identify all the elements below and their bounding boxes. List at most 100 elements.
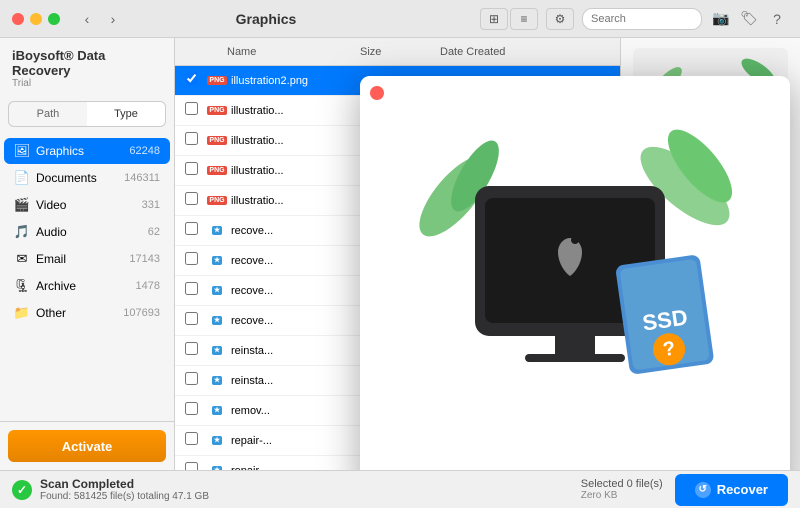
content-preview-wrapper: Name Size Date Created PNG illustration2…: [175, 38, 800, 470]
file-name: repair-...: [231, 435, 380, 447]
file-type-icon: ★: [207, 252, 227, 270]
sidebar-items: 🖼 Graphics 62248 📄 Documents 146311 🎬 Vi…: [0, 133, 174, 421]
file-type-icon: PNG: [207, 162, 227, 180]
recover-icon: ↺: [695, 482, 711, 498]
scan-complete-icon: ✓: [12, 480, 32, 500]
row-checkbox[interactable]: [185, 162, 207, 180]
sidebar-item-email[interactable]: ✉ Email 17143: [4, 246, 170, 272]
file-type-icon: ★: [207, 342, 227, 360]
row-checkbox[interactable]: [185, 342, 207, 360]
file-name: illustratio...: [231, 135, 380, 147]
scan-status: ✓ Scan Completed Found: 581425 file(s) t…: [12, 477, 209, 502]
documents-count: 146311: [124, 172, 160, 184]
file-name: recove...: [231, 225, 380, 237]
file-name: repair-...: [231, 465, 380, 471]
filter-button[interactable]: ⚙: [546, 8, 574, 30]
close-button[interactable]: [12, 13, 24, 25]
graphics-icon: 🖼: [14, 143, 30, 159]
toolbar-right: ⊞ ≡ ⚙ 📷 🏷 ?: [480, 8, 788, 30]
recover-button[interactable]: ↺ Recover: [675, 474, 788, 506]
list-view-button[interactable]: ≡: [510, 8, 538, 30]
sidebar-item-archive[interactable]: 🗜 Archive 1478: [4, 273, 170, 299]
other-count: 107693: [123, 307, 160, 319]
tab-path[interactable]: Path: [9, 102, 87, 126]
video-label: Video: [36, 198, 142, 212]
graphics-label: Graphics: [36, 144, 129, 158]
file-type-icon: PNG: [207, 102, 227, 120]
row-checkbox[interactable]: [185, 192, 207, 210]
file-type-icon: ★: [207, 462, 227, 471]
activate-button[interactable]: Activate: [8, 430, 166, 462]
file-name: remov...: [231, 405, 380, 417]
file-type-icon: ★: [207, 372, 227, 390]
help-icon[interactable]: ?: [766, 8, 788, 30]
tag-icon[interactable]: 🏷: [738, 8, 760, 30]
row-checkbox[interactable]: [185, 72, 207, 90]
file-name: illustratio...: [231, 105, 380, 117]
popup-close-button[interactable]: [370, 86, 384, 100]
tab-type[interactable]: Type: [87, 102, 165, 126]
file-type-icon: ★: [207, 312, 227, 330]
graphics-count: 62248: [129, 145, 160, 157]
scan-text-group: Scan Completed Found: 581425 file(s) tot…: [40, 477, 209, 502]
sidebar-item-documents[interactable]: 📄 Documents 146311: [4, 165, 170, 191]
status-bar: ✓ Scan Completed Found: 581425 file(s) t…: [0, 470, 800, 508]
row-checkbox[interactable]: [185, 132, 207, 150]
other-icon: 📁: [14, 305, 30, 321]
row-checkbox[interactable]: [185, 402, 207, 420]
title-bar: ‹ › Graphics ⊞ ≡ ⚙ 📷 🏷 ?: [0, 0, 800, 38]
file-name: recove...: [231, 285, 380, 297]
row-checkbox[interactable]: [185, 102, 207, 120]
audio-count: 62: [148, 226, 160, 238]
app-subtitle: Trial: [12, 78, 162, 89]
row-checkbox[interactable]: [185, 312, 207, 330]
sidebar-item-video[interactable]: 🎬 Video 331: [4, 192, 170, 218]
sidebar-item-other[interactable]: 📁 Other 107693: [4, 300, 170, 326]
row-checkbox[interactable]: [185, 372, 207, 390]
file-type-icon: PNG: [207, 132, 227, 150]
sidebar-item-audio[interactable]: 🎵 Audio 62: [4, 219, 170, 245]
file-type-icon: ★: [207, 222, 227, 240]
grid-view-button[interactable]: ⊞: [480, 8, 508, 30]
file-type-icon: ★: [207, 432, 227, 450]
selected-size-label: Zero KB: [581, 490, 663, 501]
file-type-icon: PNG: [207, 72, 227, 90]
breadcrumb-title: Graphics: [52, 11, 480, 27]
status-right: Selected 0 file(s) Zero KB ↺ Recover: [581, 474, 788, 506]
documents-label: Documents: [36, 171, 124, 185]
sidebar-item-graphics[interactable]: 🖼 Graphics 62248: [4, 138, 170, 164]
file-type-icon: ★: [207, 402, 227, 420]
name-column-header: Name: [227, 46, 360, 58]
video-count: 331: [142, 199, 160, 211]
size-column-header: Size: [360, 46, 440, 58]
app-title: iBoysoft® Data Recovery: [12, 48, 162, 78]
camera-icon[interactable]: 📷: [710, 8, 732, 30]
file-name: reinsta...: [231, 375, 380, 387]
row-checkbox[interactable]: [185, 282, 207, 300]
file-name: illustratio...: [231, 195, 380, 207]
row-checkbox[interactable]: [185, 462, 207, 471]
archive-label: Archive: [36, 279, 136, 293]
view-toggle: ⊞ ≡: [480, 8, 538, 30]
other-label: Other: [36, 306, 123, 320]
scan-subtext: Found: 581425 file(s) totaling 47.1 GB: [40, 491, 209, 502]
audio-icon: 🎵: [14, 224, 30, 240]
popup-image-container: SSD ?: [360, 76, 790, 470]
file-name: illustration2.png: [231, 75, 380, 87]
sidebar-footer: Activate: [0, 421, 174, 470]
main-layout: iBoysoft® Data Recovery Trial Path Type …: [0, 38, 800, 470]
row-checkbox[interactable]: [185, 252, 207, 270]
sidebar-header: iBoysoft® Data Recovery Trial: [0, 38, 174, 95]
row-checkbox[interactable]: [185, 222, 207, 240]
selected-files-label: Selected 0 file(s): [581, 478, 663, 490]
sidebar: iBoysoft® Data Recovery Trial Path Type …: [0, 38, 175, 470]
toolbar-icons: 📷 🏷 ?: [710, 8, 788, 30]
row-checkbox[interactable]: [185, 432, 207, 450]
recover-label: Recover: [717, 482, 768, 497]
email-count: 17143: [129, 253, 160, 265]
audio-label: Audio: [36, 225, 148, 239]
search-input[interactable]: [582, 8, 702, 30]
minimize-button[interactable]: [30, 13, 42, 25]
sidebar-tabs: Path Type: [8, 101, 166, 127]
video-icon: 🎬: [14, 197, 30, 213]
